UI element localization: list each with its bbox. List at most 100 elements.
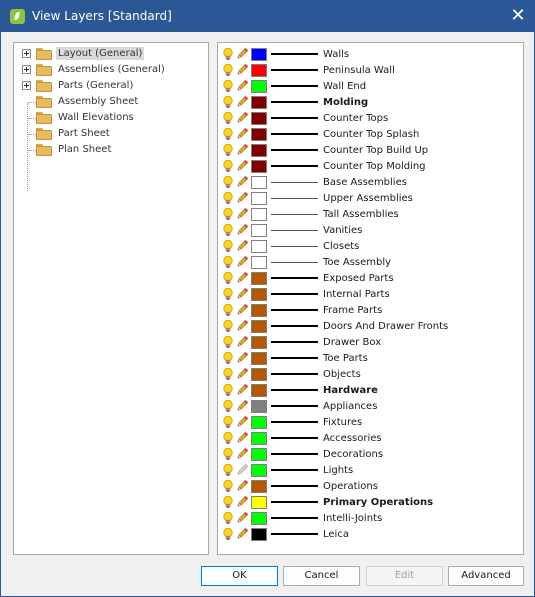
pencil-icon[interactable] [235, 399, 249, 413]
expand-plus-icon[interactable] [22, 81, 31, 90]
layer-row[interactable]: Exposed Parts [218, 270, 523, 286]
layer-color-swatch[interactable] [251, 512, 267, 525]
layer-row[interactable]: Leica [218, 526, 523, 542]
tree-item[interactable]: Assembly Sheet [14, 94, 204, 110]
layer-row[interactable]: Fixtures [218, 414, 523, 430]
pencil-icon[interactable] [235, 351, 249, 365]
layer-row[interactable]: Counter Top Build Up [218, 142, 523, 158]
lightbulb-icon[interactable] [221, 79, 235, 93]
lightbulb-icon[interactable] [221, 351, 235, 365]
layer-color-swatch[interactable] [251, 48, 267, 61]
layer-color-swatch[interactable] [251, 208, 267, 221]
pencil-icon[interactable] [235, 319, 249, 333]
layer-row[interactable]: Lights [218, 462, 523, 478]
layer-color-swatch[interactable] [251, 448, 267, 461]
layer-color-swatch[interactable] [251, 64, 267, 77]
pencil-icon[interactable] [235, 367, 249, 381]
lightbulb-icon[interactable] [221, 127, 235, 141]
layer-color-swatch[interactable] [251, 160, 267, 173]
tree-item[interactable]: Wall Elevations [14, 110, 204, 126]
lightbulb-icon[interactable] [221, 287, 235, 301]
layer-color-swatch[interactable] [251, 144, 267, 157]
pencil-icon[interactable] [235, 495, 249, 509]
cancel-button[interactable]: Cancel [283, 566, 360, 586]
layer-row[interactable]: Intelli-Joints [218, 510, 523, 526]
layer-row[interactable]: Upper Assemblies [218, 190, 523, 206]
pencil-icon[interactable] [235, 223, 249, 237]
pencil-icon[interactable] [235, 287, 249, 301]
layer-color-swatch[interactable] [251, 416, 267, 429]
layer-row[interactable]: Objects [218, 366, 523, 382]
tree-item[interactable]: Layout (General) [14, 46, 204, 62]
layer-color-swatch[interactable] [251, 192, 267, 205]
layer-row[interactable]: Walls [218, 46, 523, 62]
lightbulb-icon[interactable] [221, 463, 235, 477]
layer-color-swatch[interactable] [251, 256, 267, 269]
lightbulb-icon[interactable] [221, 95, 235, 109]
lightbulb-icon[interactable] [221, 175, 235, 189]
layer-row[interactable]: Counter Tops [218, 110, 523, 126]
lightbulb-icon[interactable] [221, 191, 235, 205]
title-bar[interactable]: View Layers [Standard] ✕ [1, 1, 534, 32]
pencil-icon[interactable] [235, 527, 249, 541]
layer-row[interactable]: Operations [218, 478, 523, 494]
pencil-icon[interactable] [235, 159, 249, 173]
tree-item[interactable]: Parts (General) [14, 78, 204, 94]
layer-color-swatch[interactable] [251, 224, 267, 237]
layer-color-swatch[interactable] [251, 496, 267, 509]
layer-color-swatch[interactable] [251, 528, 267, 541]
layer-color-swatch[interactable] [251, 176, 267, 189]
lightbulb-icon[interactable] [221, 431, 235, 445]
pencil-icon[interactable] [235, 191, 249, 205]
lightbulb-icon[interactable] [221, 383, 235, 397]
pencil-icon[interactable] [235, 143, 249, 157]
layer-color-swatch[interactable] [251, 272, 267, 285]
ok-button[interactable]: OK [201, 566, 278, 586]
lightbulb-icon[interactable] [221, 271, 235, 285]
layer-row[interactable]: Doors And Drawer Fronts [218, 318, 523, 334]
layer-color-swatch[interactable] [251, 384, 267, 397]
pencil-icon[interactable] [235, 511, 249, 525]
pencil-icon[interactable] [235, 383, 249, 397]
layer-row[interactable]: Vanities [218, 222, 523, 238]
layer-color-swatch[interactable] [251, 304, 267, 317]
lightbulb-icon[interactable] [221, 239, 235, 253]
close-button[interactable]: ✕ [502, 1, 534, 32]
pencil-icon[interactable] [235, 303, 249, 317]
layer-row[interactable]: Internal Parts [218, 286, 523, 302]
lightbulb-icon[interactable] [221, 527, 235, 541]
layer-color-swatch[interactable] [251, 464, 267, 477]
lightbulb-icon[interactable] [221, 223, 235, 237]
layer-color-swatch[interactable] [251, 400, 267, 413]
lightbulb-icon[interactable] [221, 447, 235, 461]
lightbulb-icon[interactable] [221, 335, 235, 349]
lightbulb-icon[interactable] [221, 143, 235, 157]
pencil-icon[interactable] [235, 79, 249, 93]
layer-color-swatch[interactable] [251, 128, 267, 141]
layer-color-swatch[interactable] [251, 80, 267, 93]
lightbulb-icon[interactable] [221, 495, 235, 509]
lightbulb-icon[interactable] [221, 399, 235, 413]
lightbulb-icon[interactable] [221, 303, 235, 317]
pencil-icon[interactable] [235, 127, 249, 141]
lightbulb-icon[interactable] [221, 63, 235, 77]
lightbulb-icon[interactable] [221, 319, 235, 333]
pencil-icon[interactable] [235, 111, 249, 125]
lightbulb-icon[interactable] [221, 111, 235, 125]
pencil-icon[interactable] [235, 239, 249, 253]
layer-color-swatch[interactable] [251, 432, 267, 445]
layer-row[interactable]: Decorations [218, 446, 523, 462]
layer-row[interactable]: Primary Operations [218, 494, 523, 510]
pencil-icon[interactable] [235, 479, 249, 493]
tree-item[interactable]: Assemblies (General) [14, 62, 204, 78]
layer-row[interactable]: Counter Top Splash [218, 126, 523, 142]
lightbulb-icon[interactable] [221, 415, 235, 429]
pencil-icon[interactable] [235, 415, 249, 429]
pencil-icon[interactable] [235, 95, 249, 109]
layer-row[interactable]: Molding [218, 94, 523, 110]
lightbulb-icon[interactable] [221, 207, 235, 221]
tree-item[interactable]: Part Sheet [14, 126, 204, 142]
lightbulb-icon[interactable] [221, 367, 235, 381]
lightbulb-icon[interactable] [221, 255, 235, 269]
layer-row[interactable]: Counter Top Molding [218, 158, 523, 174]
